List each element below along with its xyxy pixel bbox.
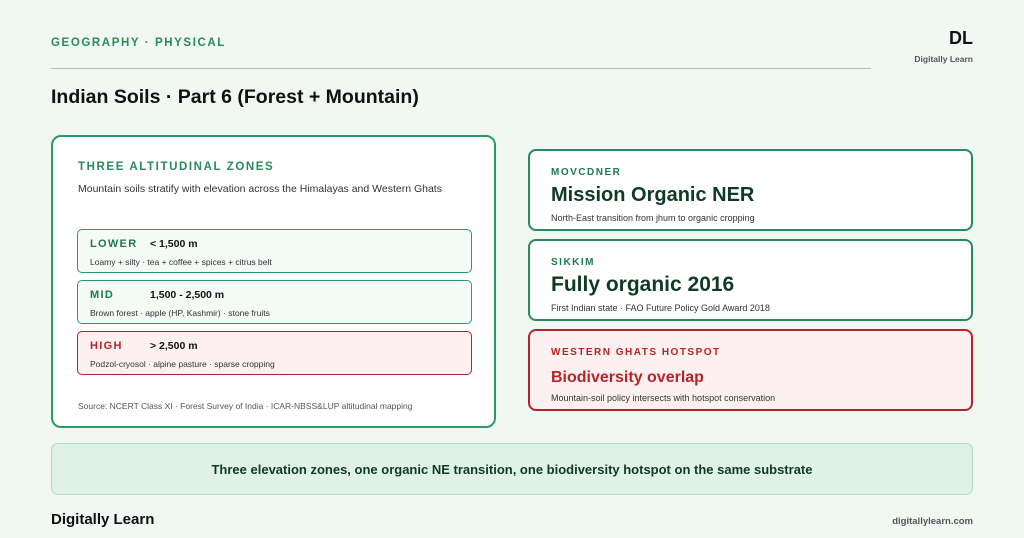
zone-range: 1,500 - 2,500 m	[150, 289, 225, 301]
card-tag: MOVCDNER	[551, 167, 622, 178]
zone-name: LOWER	[90, 238, 138, 250]
source-note: Source: NCERT Class XI · Forest Survey o…	[78, 401, 413, 411]
header-divider	[51, 68, 871, 69]
card-tag: SIKKIM	[551, 257, 595, 268]
logo-mark: DL	[949, 28, 973, 48]
section-kicker: GEOGRAPHY · PHYSICAL	[51, 37, 226, 49]
card-subtext: First Indian state · FAO Future Policy G…	[551, 303, 770, 313]
card-subtext: North-East transition from jhum to organ…	[551, 213, 755, 223]
summary-banner: Three elevation zones, one organic NE tr…	[51, 443, 973, 495]
zone-lower: LOWER < 1,500 m Loamy + silty · tea + co…	[77, 229, 472, 273]
logo-subtitle: Digitally Learn	[914, 54, 973, 64]
zone-mid: MID 1,500 - 2,500 m Brown forest · apple…	[77, 280, 472, 324]
brand-logo: DL Digitally Learn	[914, 28, 973, 64]
card-headline: Mission Organic NER	[551, 184, 755, 206]
card-western-ghats: WESTERN GHATS HOTSPOT Biodiversity overl…	[528, 329, 973, 411]
zone-name: HIGH	[90, 340, 123, 352]
zone-range: < 1,500 m	[150, 238, 198, 250]
card-sikkim: SIKKIM Fully organic 2016 First Indian s…	[528, 239, 973, 321]
card-tag: WESTERN GHATS HOTSPOT	[551, 347, 721, 358]
zone-name: MID	[90, 289, 115, 301]
zone-detail: Podzol-cryosol · alpine pasture · sparse…	[90, 359, 275, 369]
card-movcdner: MOVCDNER Mission Organic NER North-East …	[528, 149, 973, 231]
summary-text: Three elevation zones, one organic NE tr…	[211, 461, 813, 477]
page-title: Indian Soils · Part 6 (Forest + Mountain…	[51, 86, 419, 108]
altitudinal-zones-card: THREE ALTITUDINAL ZONES Mountain soils s…	[51, 135, 496, 428]
card-subtext: Mountain-soil policy intersects with hot…	[551, 393, 776, 403]
zone-range: > 2,500 m	[150, 340, 198, 352]
footer-url[interactable]: digitallylearn.com	[892, 516, 973, 527]
zone-detail: Loamy + silty · tea + coffee + spices + …	[90, 257, 272, 267]
zone-detail: Brown forest · apple (HP, Kashmir) · sto…	[90, 308, 270, 318]
card-headline: Biodiversity overlap	[551, 369, 704, 386]
card-headline: Fully organic 2016	[551, 273, 735, 296]
zones-description: Mountain soils stratify with elevation a…	[78, 183, 442, 195]
footer-brand: Digitally Learn	[51, 511, 155, 528]
zone-high: HIGH > 2,500 m Podzol-cryosol · alpine p…	[77, 331, 472, 375]
zones-heading: THREE ALTITUDINAL ZONES	[78, 161, 275, 173]
